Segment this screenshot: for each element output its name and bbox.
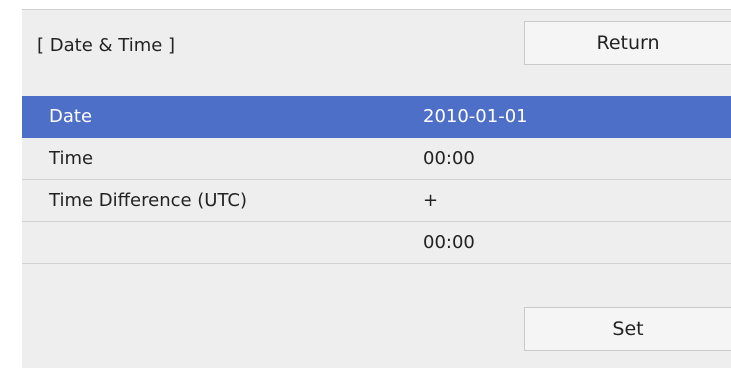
setting-row-time-difference-offset[interactable]: 00:00 — [22, 222, 731, 264]
setting-value-time-difference-offset: 00:00 — [423, 232, 475, 253]
page-title: [ Date & Time ] — [37, 35, 176, 56]
set-button[interactable]: Set — [524, 307, 731, 351]
setting-value-time-difference-sign: + — [423, 190, 439, 211]
setting-row-date[interactable]: Date 2010-01-01 — [22, 96, 731, 138]
setting-row-time[interactable]: Time 00:00 — [22, 138, 731, 180]
setting-value-time: 00:00 — [423, 148, 475, 169]
setting-value-date: 2010-01-01 — [423, 106, 528, 127]
return-button[interactable]: Return — [524, 21, 731, 65]
setting-row-time-difference[interactable]: Time Difference (UTC) + — [22, 180, 731, 222]
date-time-panel: [ Date & Time ] Return Date 2010-01-01 T… — [22, 9, 731, 368]
settings-list: Date 2010-01-01 Time 00:00 Time Differen… — [22, 96, 731, 264]
setting-label-time: Time — [49, 148, 94, 169]
panel-header: [ Date & Time ] Return — [22, 10, 731, 95]
setting-label-date: Date — [49, 106, 93, 127]
setting-label-time-difference: Time Difference (UTC) — [49, 190, 248, 211]
